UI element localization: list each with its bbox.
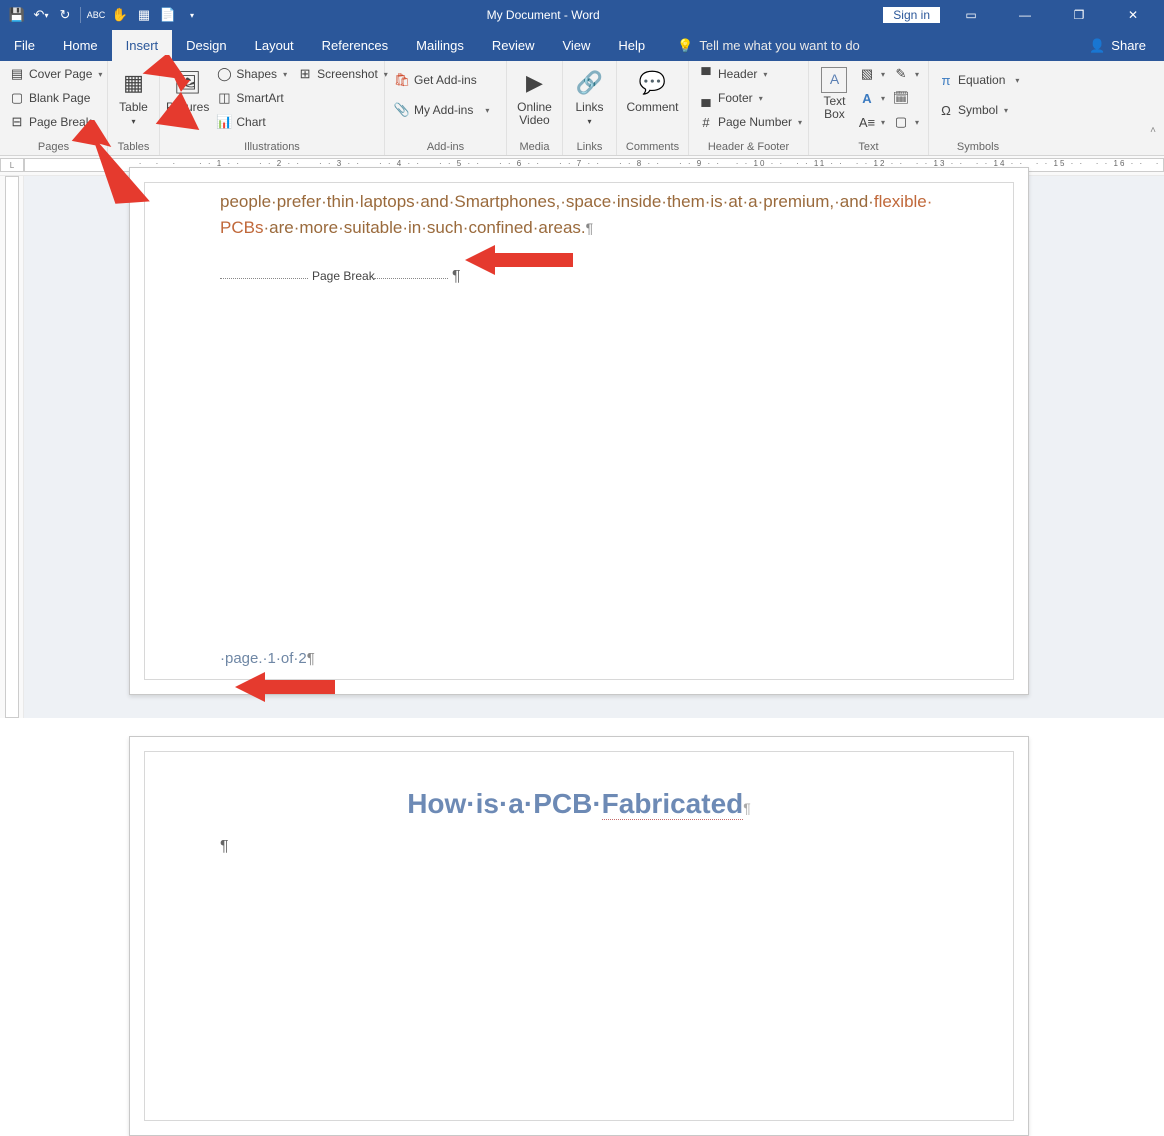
annotation-arrow	[465, 245, 575, 275]
equation-button[interactable]: πEquation	[935, 69, 1022, 91]
sign-in-button[interactable]: Sign in	[883, 7, 940, 23]
tab-view[interactable]: View	[548, 30, 604, 61]
pilcrow-icon: ¶	[586, 220, 594, 236]
page-2[interactable]: How·is·a·PCB·Fabricated¶ ¶	[129, 736, 1029, 1136]
maximize-button[interactable]: ❐	[1056, 0, 1102, 30]
cover-page-icon: ▤	[9, 66, 25, 82]
signature-button[interactable]: ✎	[890, 63, 922, 85]
get-addins-button[interactable]: 🛍Get Add-ins	[391, 69, 492, 91]
lightbulb-icon: 💡	[677, 38, 693, 54]
group-header-footer-label: Header & Footer	[689, 141, 808, 155]
close-button[interactable]: ✕	[1110, 0, 1156, 30]
pilcrow-icon: ¶	[743, 800, 751, 816]
header-button[interactable]: ▀Header	[695, 63, 805, 85]
hand-button[interactable]: ✋	[109, 4, 131, 26]
tab-file[interactable]: File	[0, 30, 49, 61]
tab-references[interactable]: References	[308, 30, 402, 61]
tab-mailings[interactable]: Mailings	[402, 30, 478, 61]
share-button[interactable]: 👤 Share	[1071, 30, 1164, 61]
group-illustrations-label: Illustrations	[160, 141, 384, 155]
empty-paragraph[interactable]: ¶	[220, 838, 938, 856]
header-icon: ▀	[698, 66, 714, 82]
page-break-icon: ⊟	[9, 114, 25, 130]
group-text-label: Text	[809, 141, 928, 155]
symbol-button[interactable]: ΩSymbol	[935, 99, 1022, 121]
object-button[interactable]: ▢	[890, 111, 922, 133]
tell-me-search[interactable]: 💡 Tell me what you want to do	[659, 30, 860, 61]
footer-button[interactable]: ▄Footer	[695, 87, 805, 109]
quick-access-toolbar: 💾 ↶▾ ↻ ABC ✋ ▦ 📄 ▾	[0, 4, 203, 26]
comment-button[interactable]: 💬 Comment	[623, 63, 682, 114]
page-break-indicator[interactable]: Page Break ¶	[220, 270, 938, 290]
ruler-corner: L	[0, 158, 24, 172]
hyperlink-flexible[interactable]: flexible·	[874, 192, 933, 211]
textbox-icon: A	[821, 67, 847, 93]
window-title: My Document - Word	[203, 8, 883, 22]
link-icon: 🔗	[574, 67, 606, 99]
date-time-button[interactable]: 🗓	[890, 87, 922, 109]
page-1[interactable]: people·prefer·thin·laptops·and·Smartphon…	[129, 167, 1029, 695]
layout-button[interactable]: ▦	[133, 4, 155, 26]
links-button[interactable]: 🔗 Links▾	[569, 63, 610, 127]
spellcheck-button[interactable]: ABC	[85, 4, 107, 26]
hyperlink-pcbs[interactable]: PCBs	[220, 218, 263, 237]
store-icon: 🛍	[394, 72, 410, 88]
title-bar: 💾 ↶▾ ↻ ABC ✋ ▦ 📄 ▾ My Document - Word Si…	[0, 0, 1164, 30]
pilcrow-icon: ¶	[452, 268, 461, 286]
undo-button[interactable]: ↶▾	[30, 4, 52, 26]
cover-page-button[interactable]: ▤Cover Page	[6, 63, 105, 85]
drop-cap-button[interactable]: A≡	[856, 111, 888, 133]
page-number-button[interactable]: #Page Number	[695, 111, 805, 133]
group-media-label: Media	[507, 141, 562, 155]
datetime-icon: 🗓	[893, 90, 909, 106]
addins-icon: 📎	[394, 102, 410, 118]
save-button[interactable]: 💾	[6, 4, 28, 26]
screenshot-icon: ⊞	[297, 66, 313, 82]
blank-page-icon: ▢	[9, 90, 25, 106]
qat-more-button[interactable]: ▾	[181, 4, 203, 26]
document-button[interactable]: 📄	[157, 4, 179, 26]
symbol-icon: Ω	[938, 102, 954, 118]
online-video-button[interactable]: ▶ Online Video	[513, 63, 556, 127]
body-paragraph[interactable]: people·prefer·thin·laptops·and·Smartphon…	[220, 189, 938, 240]
annotation-arrow	[70, 120, 180, 210]
wordart-icon: A	[859, 90, 875, 106]
signature-icon: ✎	[893, 66, 909, 82]
quickparts-icon: ▧	[859, 66, 875, 82]
ribbon-display-button[interactable]: ▭	[948, 0, 994, 30]
quick-parts-button[interactable]: ▧	[856, 63, 888, 85]
tab-help[interactable]: Help	[604, 30, 659, 61]
redo-button[interactable]: ↻	[54, 4, 76, 26]
document-area[interactable]: people·prefer·thin·laptops·and·Smartphon…	[0, 176, 1164, 718]
page-footer[interactable]: ·page.·1·of·2¶	[220, 650, 315, 667]
my-addins-button[interactable]: 📎My Add-ins	[391, 99, 492, 121]
footer-icon: ▄	[698, 90, 714, 106]
collapse-ribbon-button[interactable]: ˄	[1150, 125, 1156, 152]
pilcrow-icon: ¶	[307, 650, 315, 667]
comment-icon: 💬	[637, 67, 669, 99]
group-comments-label: Comments	[617, 141, 688, 155]
share-icon: 👤	[1089, 38, 1105, 54]
equation-icon: π	[938, 72, 954, 88]
tab-home[interactable]: Home	[49, 30, 112, 61]
text-box-button[interactable]: A Text Box	[815, 63, 854, 121]
group-addins-label: Add-ins	[385, 141, 506, 155]
vertical-ruler[interactable]	[0, 176, 24, 718]
video-icon: ▶	[519, 67, 551, 99]
separator	[80, 7, 81, 23]
tab-layout[interactable]: Layout	[241, 30, 308, 61]
group-symbols-label: Symbols	[929, 141, 1027, 155]
tab-review[interactable]: Review	[478, 30, 549, 61]
minimize-button[interactable]: —	[1002, 0, 1048, 30]
group-links-label: Links	[563, 141, 616, 155]
dropcap-icon: A≡	[859, 114, 875, 130]
screenshot-button[interactable]: ⊞Screenshot	[294, 63, 391, 85]
pagenum-icon: #	[698, 114, 714, 130]
blank-page-button[interactable]: ▢Blank Page	[6, 87, 105, 109]
object-icon: ▢	[893, 114, 909, 130]
wordart-button[interactable]: A	[856, 87, 888, 109]
annotation-arrow	[235, 672, 345, 702]
heading-how-is-pcb-fabricated[interactable]: How·is·a·PCB·Fabricated¶	[220, 788, 938, 820]
